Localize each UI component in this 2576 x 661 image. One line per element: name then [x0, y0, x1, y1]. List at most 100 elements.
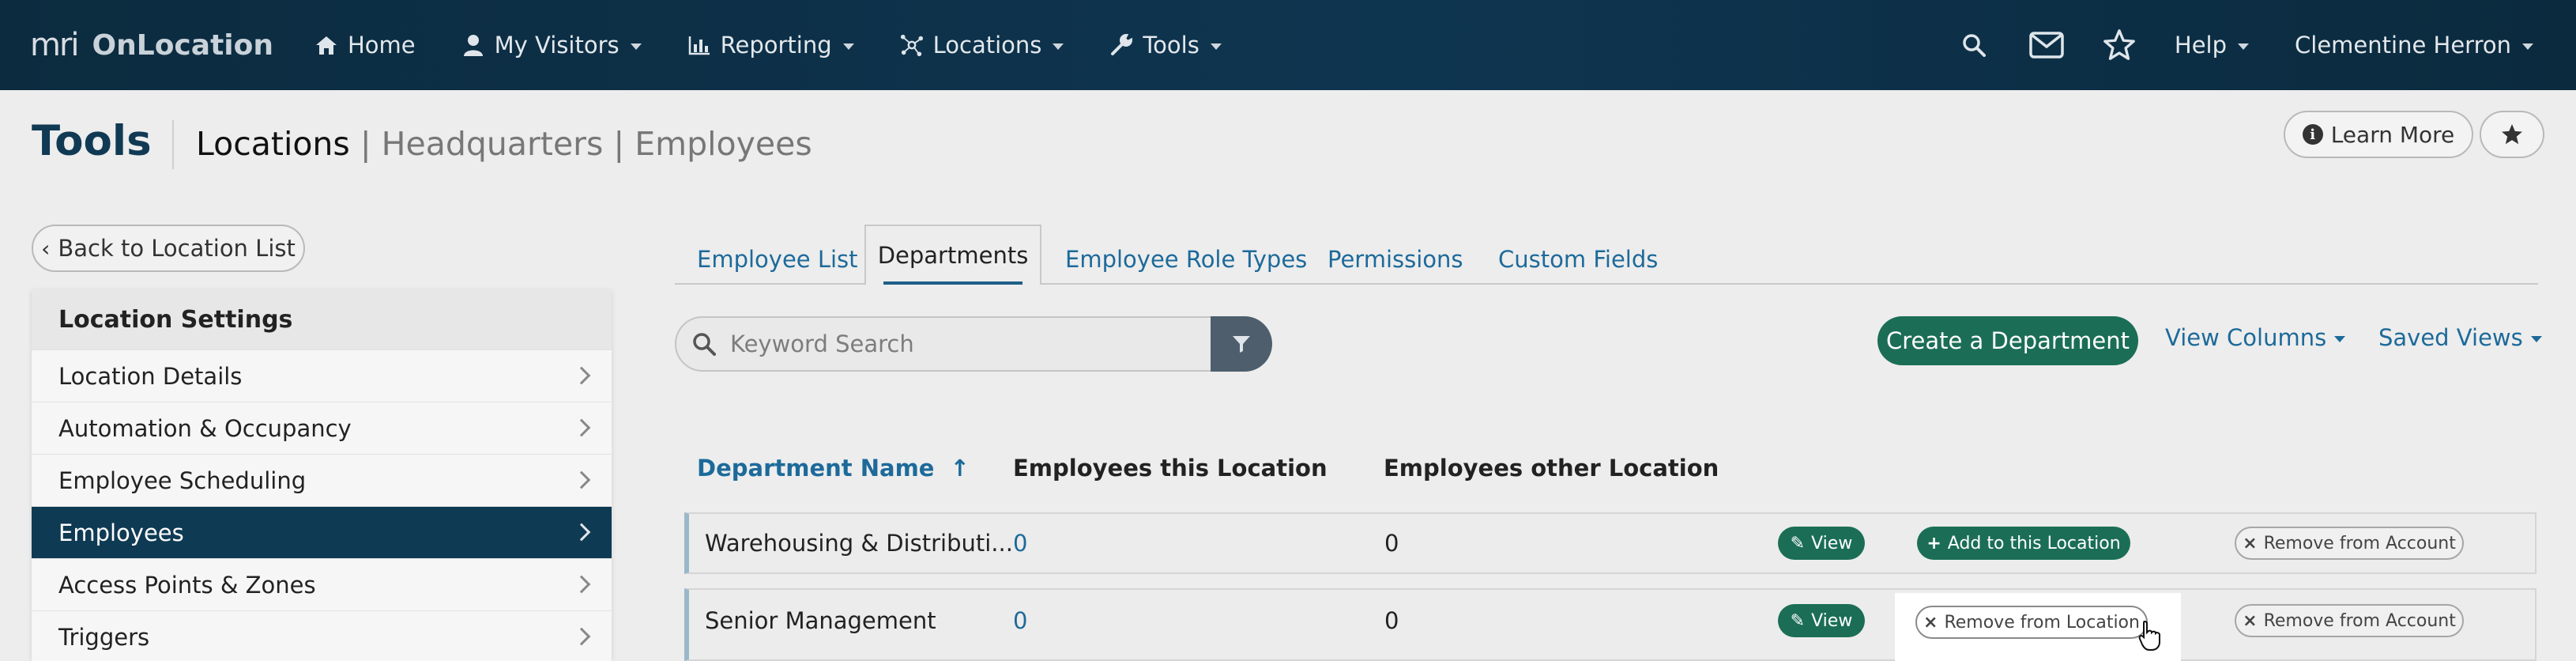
sidebar-item-triggers[interactable]: Triggers: [32, 610, 612, 661]
nav-reporting-label: Reporting: [720, 32, 832, 59]
view-button[interactable]: ✎ View: [1778, 604, 1865, 637]
active-tab-indicator: [883, 281, 1022, 285]
view-columns-dropdown[interactable]: View Columns: [2165, 324, 2346, 351]
sidebar-item-label: Employee Scheduling: [58, 466, 307, 494]
user-icon: [461, 33, 485, 57]
nav-tools[interactable]: Tools: [1109, 0, 1222, 90]
sidebar-item-employees[interactable]: Employees: [32, 506, 612, 558]
remove-from-location-label: Remove from Location: [1944, 612, 2140, 633]
chevron-right-icon: [572, 470, 591, 489]
bar-chart-icon: [687, 33, 711, 57]
breadcrumb-current: Locations: [196, 125, 350, 163]
favorite-button[interactable]: [2480, 111, 2544, 158]
nav-home-label: Home: [348, 32, 416, 59]
remove-from-account-button[interactable]: × Remove from Account: [2235, 604, 2464, 637]
view-label: View: [1811, 610, 1853, 631]
chevron-right-icon: [572, 627, 591, 646]
nav-help[interactable]: Help: [2175, 0, 2250, 90]
brand-name: OnLocation: [92, 28, 273, 62]
edit-icon: ✎: [1790, 610, 1806, 631]
nav-locations[interactable]: Locations: [900, 0, 1064, 90]
sidebar-item-label: Location Details: [58, 362, 243, 390]
tab-permissions[interactable]: Permissions: [1328, 236, 1463, 283]
user-menu[interactable]: Clementine Herron: [2295, 0, 2533, 90]
filter-button[interactable]: [1211, 316, 1272, 372]
info-icon: i: [2302, 124, 2323, 145]
nav-locations-label: Locations: [932, 32, 1042, 59]
tab-custom-fields[interactable]: Custom Fields: [1498, 236, 1658, 283]
employees-this-location-link[interactable]: 0: [1013, 530, 1027, 557]
chevron-down-icon: [842, 43, 854, 50]
chevron-down-icon: [2238, 43, 2250, 50]
sidebar-heading: Location Settings: [32, 289, 612, 349]
sidebar-item-label: Triggers: [58, 623, 150, 651]
nav-my-visitors-label: My Visitors: [494, 32, 620, 59]
tab-employee-list[interactable]: Employee List: [697, 236, 858, 283]
sidebar-item-automation-occupancy[interactable]: Automation & Occupancy: [32, 402, 612, 454]
search-icon[interactable]: [1956, 28, 1991, 62]
view-button[interactable]: ✎ View: [1778, 527, 1865, 560]
nav-tools-label: Tools: [1143, 32, 1199, 59]
sidebar-item-employee-scheduling[interactable]: Employee Scheduling: [32, 454, 612, 506]
edit-icon: ✎: [1790, 533, 1806, 553]
remove-from-account-label: Remove from Account: [2263, 533, 2456, 553]
view-columns-label: View Columns: [2165, 324, 2327, 351]
employees-this-location-link[interactable]: 0: [1013, 607, 1027, 634]
chevron-right-icon: [572, 523, 591, 542]
wrench-icon: [1109, 33, 1133, 57]
chevron-down-icon: [2522, 43, 2533, 50]
tab-departments[interactable]: Departments: [864, 225, 1041, 285]
breadcrumb-path: | Headquarters | Employees: [360, 125, 812, 163]
sidebar-item-label: Access Points & Zones: [58, 571, 316, 599]
saved-views-label: Saved Views: [2378, 324, 2523, 351]
add-to-location-label: Add to this Location: [1947, 533, 2121, 553]
tab-departments-label: Departments: [877, 242, 1029, 269]
chevron-right-icon: [572, 418, 591, 437]
keyword-search: [675, 316, 1212, 372]
add-to-location-button[interactable]: + Add to this Location: [1917, 527, 2130, 560]
search-input[interactable]: [730, 330, 1173, 357]
close-icon: ×: [1923, 612, 1938, 633]
department-name: Warehousing & Distributi...: [705, 530, 1013, 557]
back-label: Back to Location List: [58, 235, 296, 262]
remove-from-account-label: Remove from Account: [2263, 610, 2456, 631]
network-icon: [900, 33, 924, 57]
chevron-right-icon: [572, 575, 591, 594]
mri-logo-mark: mri: [30, 27, 80, 63]
sidebar-item-access-points-zones[interactable]: Access Points & Zones: [32, 558, 612, 610]
table-row: Warehousing & Distributi... 0 0 ✎ View + A…: [684, 512, 2536, 574]
location-settings-sidebar: Location Settings Location Details Autom…: [32, 289, 612, 661]
create-department-button[interactable]: Create a Department: [1877, 316, 2138, 365]
filter-icon: [1233, 336, 1250, 353]
close-icon: ×: [2243, 610, 2258, 631]
learn-more-button[interactable]: i Learn More: [2284, 111, 2473, 158]
tab-employee-role-types[interactable]: Employee Role Types: [1065, 236, 1307, 283]
star-icon: [2502, 124, 2522, 145]
employees-other-location: 0: [1384, 530, 1399, 557]
column-header-department-name[interactable]: Department Name ↑: [697, 455, 970, 482]
sidebar-item-label: Employees: [58, 519, 184, 546]
breadcrumb: Locations | Headquarters | Employees: [196, 125, 812, 163]
chevron-down-icon: [630, 43, 642, 50]
chevron-left-icon: ‹: [41, 235, 51, 262]
sidebar-item-location-details[interactable]: Location Details: [32, 349, 612, 402]
remove-from-location-button[interactable]: × Remove from Location: [1915, 606, 2148, 639]
back-to-location-list-button[interactable]: ‹ Back to Location List: [32, 225, 305, 272]
saved-views-dropdown[interactable]: Saved Views: [2378, 324, 2542, 351]
title-divider: [172, 120, 174, 169]
brand-logo[interactable]: mri OnLocation: [30, 27, 314, 63]
sort-asc-icon: ↑: [950, 455, 970, 482]
nav-reporting[interactable]: Reporting: [687, 0, 854, 90]
learn-more-label: Learn More: [2330, 121, 2455, 148]
nav-home[interactable]: Home: [314, 0, 416, 90]
nav-my-visitors[interactable]: My Visitors: [461, 0, 642, 90]
remove-from-account-button[interactable]: × Remove from Account: [2235, 527, 2464, 560]
search-icon: [693, 333, 716, 356]
plus-icon: +: [1926, 533, 1941, 553]
star-icon[interactable]: [2102, 28, 2137, 62]
table-row: Senior Management 0 0 ✎ View × Remove from…: [684, 588, 2536, 661]
user-name: Clementine Herron: [2295, 32, 2511, 59]
mail-icon[interactable]: [2029, 28, 2064, 62]
sidebar-item-label: Automation & Occupancy: [58, 414, 352, 442]
chevron-down-icon: [1053, 43, 1064, 50]
